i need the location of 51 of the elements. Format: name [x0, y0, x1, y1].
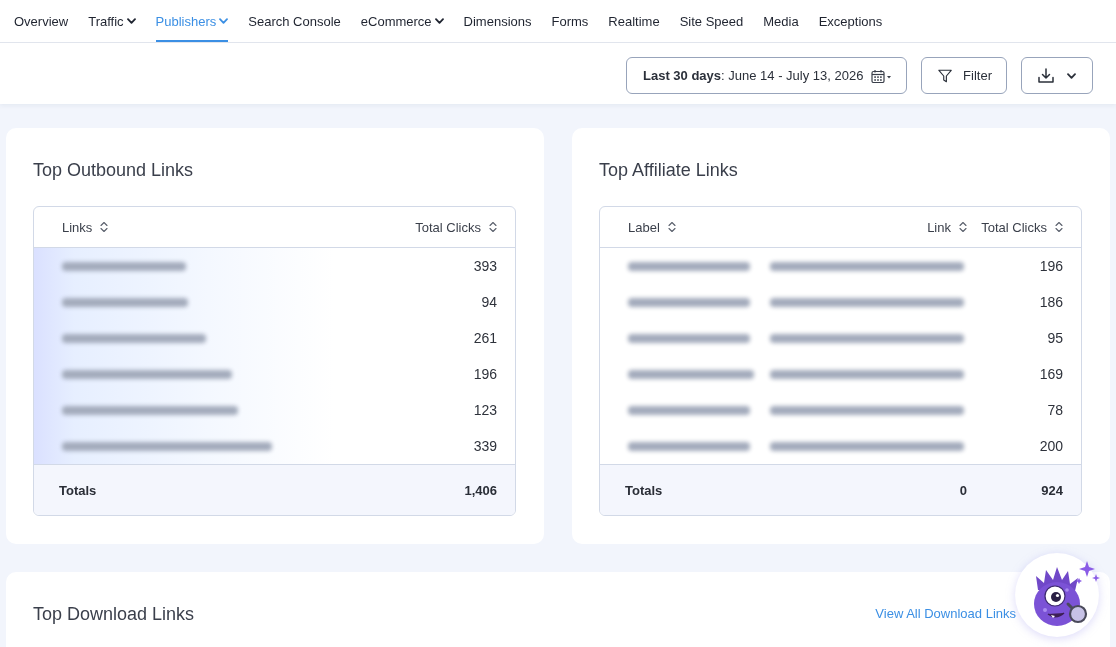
column-header[interactable]: Total Clicks — [415, 207, 515, 247]
table-cell: 339 — [473, 438, 497, 454]
totals-cell: 0 — [959, 482, 967, 498]
nav-tab[interactable]: Media — [763, 0, 799, 42]
card-title: Top Affiliate Links — [599, 159, 739, 181]
card-title: Top Download Links — [33, 603, 195, 625]
date-range-button[interactable]: Last 30 days: June 14 - July 13, 2026 — [626, 57, 907, 94]
table-cell: 78 — [1047, 402, 1063, 418]
nav-tab[interactable]: Traffic — [88, 0, 136, 42]
table-cell: 186 — [1039, 294, 1063, 310]
table-cell: 94 — [481, 294, 497, 310]
calendar-icon — [871, 68, 892, 83]
nav-tab[interactable]: Forms — [551, 0, 589, 42]
sort-icon — [1055, 221, 1063, 233]
table-cell: 169 — [1039, 366, 1063, 382]
table-cell: 393 — [473, 258, 497, 274]
column-header[interactable]: Total Clicks — [981, 207, 1081, 247]
nav-tab[interactable]: Site Speed — [679, 0, 744, 42]
totals-cell: 924 — [1041, 482, 1063, 498]
nav-tab[interactable]: Dimensions — [463, 0, 532, 42]
filter-icon — [938, 67, 953, 84]
column-header[interactable]: Links — [34, 207, 109, 247]
nav-tab[interactable]: eCommerce — [360, 0, 444, 42]
chevron-down-icon — [434, 18, 444, 24]
table-cell: 123 — [473, 402, 497, 418]
view-all-link[interactable]: View All Download Links — [875, 603, 1016, 625]
sort-icon — [100, 221, 109, 233]
totals-cell: Totals — [625, 482, 663, 498]
totals-cell: 1,406 — [464, 482, 497, 498]
card-title: Top Outbound Links — [33, 159, 195, 181]
filter-button[interactable]: Filter — [921, 57, 1007, 94]
table-cell: 196 — [1039, 258, 1063, 274]
column-header[interactable]: Label — [600, 207, 676, 247]
download-button[interactable] — [1021, 57, 1093, 94]
sort-icon — [667, 221, 676, 233]
download-icon — [1038, 68, 1054, 83]
nav-tab[interactable]: Realtime — [608, 0, 660, 42]
nav-tab[interactable]: Exceptions — [818, 0, 883, 42]
table-cell: 196 — [473, 366, 497, 382]
chevron-down-icon — [126, 18, 136, 24]
table-cell: 261 — [473, 330, 497, 346]
totals-cell: Totals — [59, 482, 97, 498]
sort-icon — [959, 221, 967, 233]
column-header[interactable]: Link — [927, 207, 976, 247]
nav-tab[interactable]: Overview — [14, 0, 69, 42]
sort-icon — [489, 221, 497, 233]
table-cell: 200 — [1039, 438, 1063, 454]
table-cell: 95 — [1047, 330, 1063, 346]
nav-tab[interactable]: Search Console — [248, 0, 341, 42]
chevron-down-icon — [219, 18, 229, 24]
chevron-down-icon — [1067, 72, 1076, 79]
